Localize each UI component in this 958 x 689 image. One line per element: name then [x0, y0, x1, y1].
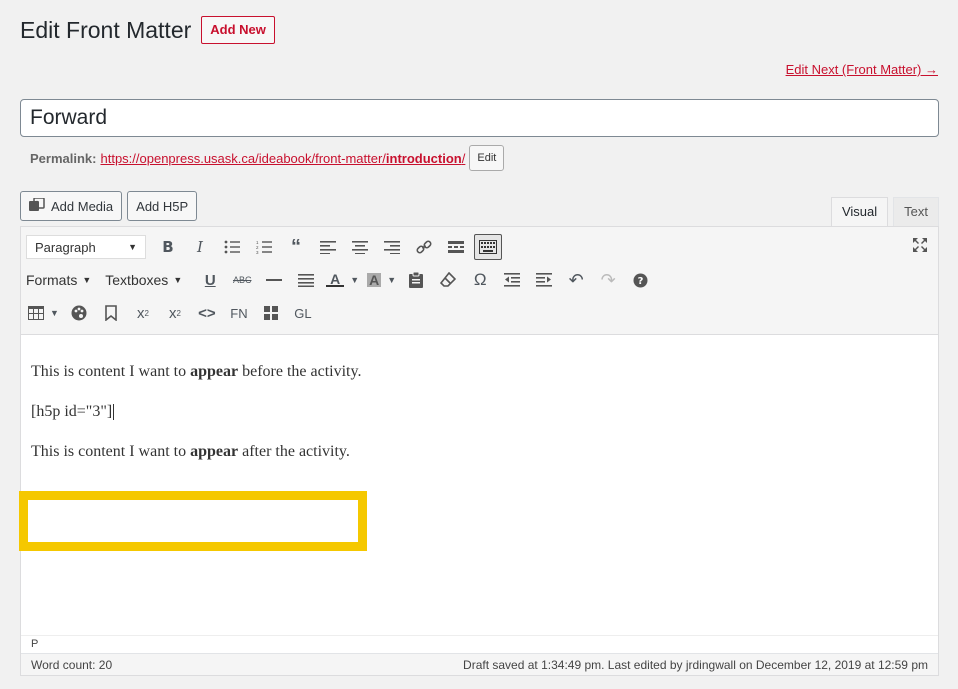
svg-text:?: ? [637, 276, 643, 287]
tab-visual[interactable]: Visual [830, 197, 889, 227]
editor-mode-tabs: Visual Text [826, 197, 939, 227]
format-select[interactable]: Paragraph ▼ [26, 235, 146, 259]
subscript-icon[interactable]: x2 [161, 300, 189, 326]
post-title-input[interactable]: Forward [20, 99, 939, 137]
undo-icon[interactable]: ↶ [562, 267, 590, 293]
permalink-label: Permalink: [30, 150, 97, 166]
blockquote-icon[interactable]: “ [282, 234, 310, 260]
media-buttons: Add Media Add H5P [20, 191, 202, 221]
toolbar-row-3: ▼ x2 x2 <> FN GL [26, 297, 321, 329]
editor-toolbar: Paragraph ▼ B I 123 “ Formats ▼ Textboxe… [21, 227, 938, 335]
underline-icon[interactable]: U [196, 267, 224, 293]
media-icon [29, 196, 45, 215]
h5p-shortcode: [h5p id="3"] [31, 403, 115, 421]
footnote-button[interactable]: FN [225, 300, 253, 326]
permalink-url[interactable]: https://openpress.usask.ca/ideabook/fron… [100, 151, 465, 166]
text-color-icon[interactable]: A ▼ [324, 267, 361, 293]
toolbar-row-1: Paragraph ▼ B I 123 “ [26, 231, 506, 263]
formats-menu[interactable]: Formats ▼ [26, 272, 91, 288]
bookmark-icon[interactable] [97, 300, 125, 326]
outdent-icon[interactable] [498, 267, 526, 293]
status-bar: Word count: 20 Draft saved at 1:34:49 pm… [21, 653, 938, 675]
paragraph-after: This is content I want to appear after t… [31, 443, 350, 460]
permalink-edit-button[interactable]: Edit [469, 145, 505, 171]
svg-text:3: 3 [256, 250, 259, 254]
special-character-icon[interactable]: Ω [466, 267, 494, 293]
fullscreen-icon[interactable] [912, 237, 928, 257]
chevron-down-icon: ▼ [50, 308, 59, 318]
add-h5p-button[interactable]: Add H5P [127, 191, 198, 221]
chevron-down-icon: ▼ [173, 275, 183, 285]
table-icon[interactable]: ▼ [26, 300, 61, 326]
horizontal-line-icon[interactable] [260, 267, 288, 293]
editor-content[interactable]: This is content I want to appear before … [19, 335, 938, 635]
numbered-list-icon[interactable]: 123 [250, 234, 278, 260]
superscript-icon[interactable]: x2 [129, 300, 157, 326]
page-header: Edit Front Matter Add New [20, 16, 275, 44]
save-status: Draft saved at 1:34:49 pm. Last edited b… [463, 657, 928, 672]
clear-formatting-icon[interactable] [434, 267, 462, 293]
tab-text[interactable]: Text [893, 197, 939, 227]
word-count: Word count: 20 [31, 657, 113, 672]
paragraph-before: This is content I want to appear before … [31, 363, 362, 380]
shortcode-highlight [19, 491, 367, 551]
background-color-icon[interactable]: A ▼ [365, 267, 398, 293]
italic-icon[interactable]: I [186, 234, 214, 260]
toolbar-row-2: Formats ▼ Textboxes ▼ U ABC A ▼ A ▼ Ω ↶ … [26, 264, 658, 296]
edit-next-link[interactable]: Edit Next (Front Matter) → [786, 62, 938, 77]
bold-icon[interactable]: B [154, 234, 182, 260]
chevron-down-icon: ▼ [350, 275, 360, 285]
textboxes-menu[interactable]: Textboxes ▼ [105, 272, 182, 288]
toolbar-toggle-icon[interactable] [474, 234, 502, 260]
redo-icon[interactable]: ↷ [594, 267, 622, 293]
align-center-icon[interactable] [346, 234, 374, 260]
code-icon[interactable]: <> [193, 300, 221, 326]
add-media-button[interactable]: Add Media [20, 191, 123, 221]
chevron-down-icon: ▼ [387, 275, 397, 285]
add-new-button[interactable]: Add New [201, 16, 275, 44]
align-right-icon[interactable] [378, 234, 406, 260]
page-title: Edit Front Matter [20, 16, 192, 43]
indent-icon[interactable] [530, 267, 558, 293]
element-path[interactable]: P [21, 635, 938, 653]
help-icon[interactable]: ? [626, 267, 654, 293]
chevron-down-icon: ▼ [82, 275, 92, 285]
read-more-icon[interactable] [442, 234, 470, 260]
chevron-down-icon: ▼ [128, 242, 137, 252]
permalink-row: Permalink: https://openpress.usask.ca/id… [30, 145, 505, 171]
text-cursor [113, 404, 115, 421]
justify-icon[interactable] [292, 267, 320, 293]
align-left-icon[interactable] [314, 234, 342, 260]
palette-icon[interactable] [65, 300, 93, 326]
apps-icon[interactable] [257, 300, 285, 326]
glossary-button[interactable]: GL [289, 300, 317, 326]
editor: Paragraph ▼ B I 123 “ Formats ▼ Textboxe… [19, 226, 939, 676]
link-icon[interactable] [410, 234, 438, 260]
strikethrough-icon[interactable]: ABC [228, 267, 256, 293]
paste-text-icon[interactable] [402, 267, 430, 293]
bullet-list-icon[interactable] [218, 234, 246, 260]
